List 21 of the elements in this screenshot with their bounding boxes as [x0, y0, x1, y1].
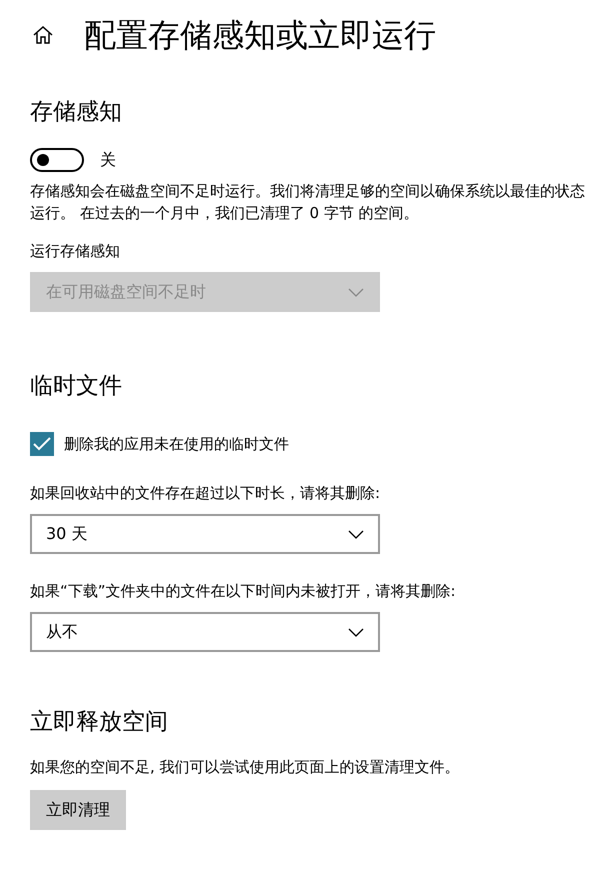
checkbox-label: 删除我的应用未在使用的临时文件	[64, 434, 289, 454]
page-title: 配置存储感知或立即运行	[84, 15, 436, 56]
chevron-icon	[348, 530, 364, 538]
checkbox[interactable]	[30, 432, 54, 456]
duration-dropdown[interactable]: 30 天	[30, 514, 380, 554]
dropdown-label: 运行存储感知	[30, 241, 121, 262]
section-heading: 临时文件	[30, 372, 123, 401]
chevron-icon	[348, 628, 364, 636]
toggle-label: 关	[100, 150, 116, 170]
home-icon[interactable]	[32, 25, 54, 45]
dropdown-label: 如果回收站中的文件存在超过以下时长，请将其删除:	[30, 483, 382, 504]
checkmark-icon	[33, 437, 51, 451]
chevron-icon	[348, 288, 364, 296]
duration-dropdown[interactable]: 从不	[30, 612, 380, 652]
description-text: 如果您的空间不足, 我们可以尝试使用此页面上的设置清理文件。	[30, 757, 461, 778]
clean-now-button[interactable]: 立即清理	[30, 790, 126, 830]
toggle-switch[interactable]	[30, 148, 84, 172]
description-text: 存储感知会在磁盘空间不足时运行。我们将清理足够的空间以确保系统以最佳的状态运行。 在过去的一个月中，我们已清理了 0 字节 的空间。	[30, 181, 586, 224]
section-heading: 立即释放空间	[30, 708, 169, 737]
dropdown-label: 如果“下载”文件夹中的文件在以下时间内未被打开，请将其删除:	[30, 581, 457, 602]
section-heading: 存储感知	[30, 98, 123, 127]
